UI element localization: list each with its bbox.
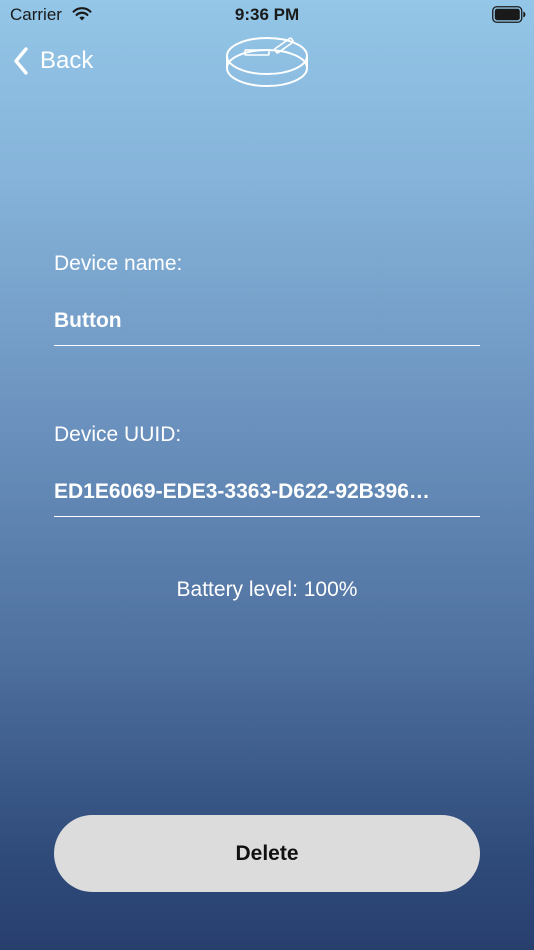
battery-icon — [492, 6, 526, 23]
device-name-label: Device name: — [54, 252, 183, 275]
device-logo-icon — [226, 37, 308, 87]
status-bar: Carrier 9:36 PM — [0, 0, 534, 30]
back-button[interactable]: Back — [12, 44, 93, 78]
back-label: Back — [40, 47, 94, 74]
device-name-field[interactable]: Button — [54, 309, 480, 346]
battery-level-text: Battery level: 100% — [176, 578, 358, 601]
device-uuid-label: Device UUID: — [54, 423, 182, 446]
delete-button[interactable]: Delete — [54, 815, 480, 892]
chevron-left-icon — [14, 47, 28, 75]
clock: 9:36 PM — [234, 5, 300, 24]
device-uuid-field[interactable]: ED1E6069-EDE3-3363-D622-92B396… — [54, 480, 480, 517]
